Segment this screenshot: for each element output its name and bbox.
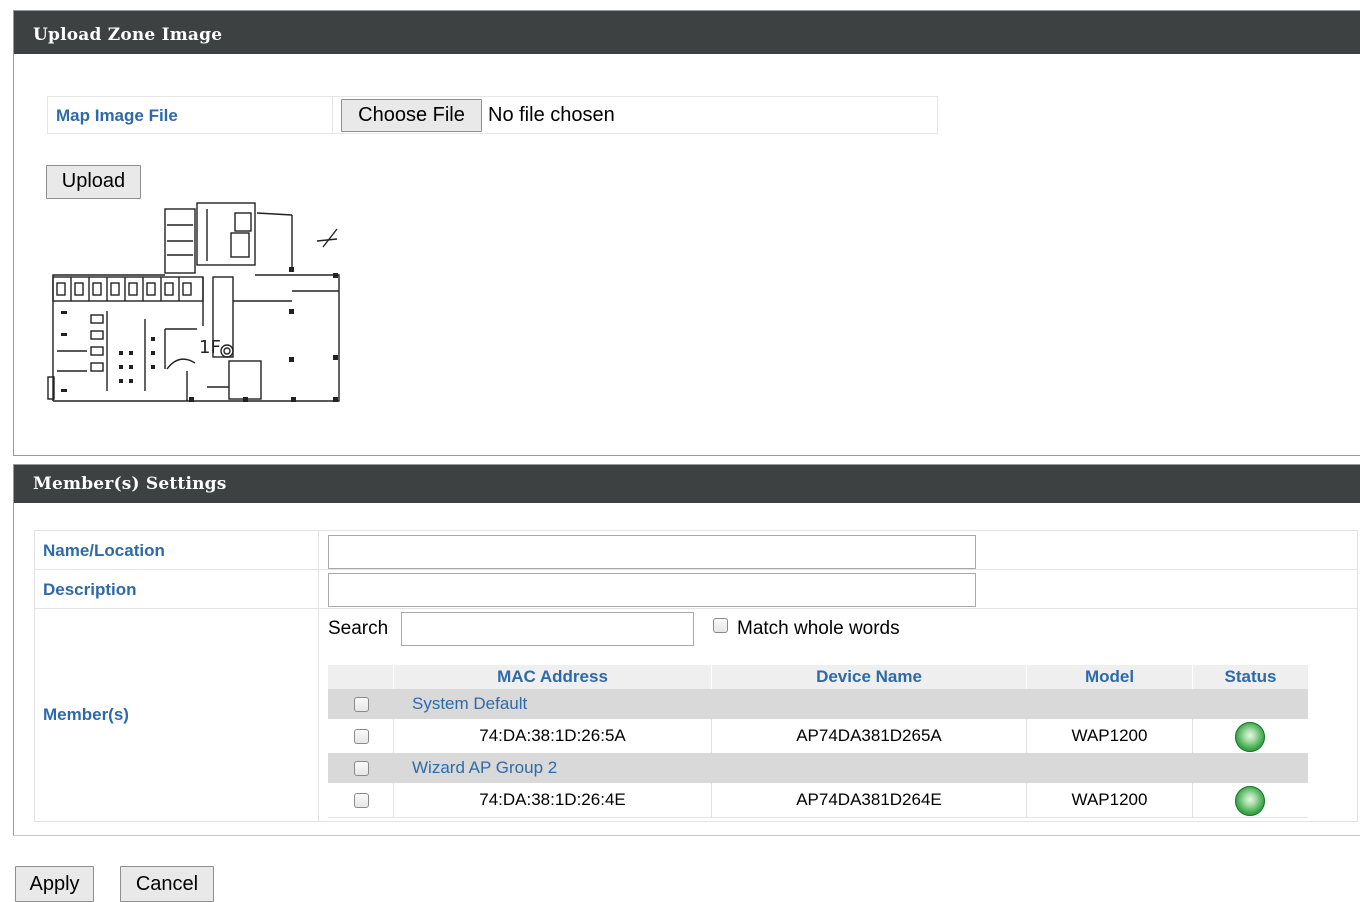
description-label: Description — [43, 580, 137, 599]
name-location-label: Name/Location — [43, 541, 165, 560]
row-divider — [35, 608, 1357, 609]
floor-plan-image: 1F — [47, 202, 340, 402]
device-checkbox[interactable] — [354, 793, 369, 808]
group-row[interactable]: System Default — [328, 689, 1308, 719]
match-whole-words-label: Match whole words — [737, 618, 900, 639]
device-mac: 74:DA:38:1D:26:4E — [394, 783, 712, 817]
member-list-header-row: MAC Address Device Name Model Status — [328, 665, 1308, 689]
group-row[interactable]: Wizard AP Group 2 — [328, 753, 1308, 783]
members-settings-panel: Member(s) Settings Name/Location Descrip… — [13, 464, 1360, 836]
group-name[interactable]: Wizard AP Group 2 — [412, 758, 557, 778]
device-checkbox[interactable] — [354, 729, 369, 744]
search-label: Search — [328, 618, 389, 639]
group-name[interactable]: System Default — [412, 694, 527, 714]
status-column-header: Status — [1224, 667, 1277, 686]
device-status-cell — [1193, 783, 1308, 817]
apply-button[interactable]: Apply — [15, 866, 94, 902]
search-input[interactable] — [401, 612, 694, 646]
device-model: WAP1200 — [1027, 783, 1193, 817]
device-row: 74:DA:38:1D:26:4E AP74DA381D264E WAP1200 — [328, 783, 1308, 818]
group-checkbox[interactable] — [354, 697, 369, 712]
members-settings-header: Member(s) Settings — [14, 465, 1360, 503]
device-name: AP74DA381D265A — [712, 719, 1027, 753]
name-location-input[interactable] — [328, 535, 976, 569]
match-whole-words-checkbox[interactable] — [713, 618, 728, 633]
cancel-button[interactable]: Cancel — [120, 866, 214, 902]
upload-zone-image-panel: Upload Zone Image Map Image File Choose … — [13, 10, 1360, 456]
device-mac: 74:DA:38:1D:26:5A — [394, 719, 712, 753]
mac-address-column-header: MAC Address — [394, 665, 712, 689]
device-checkbox-cell — [328, 783, 394, 817]
upload-button[interactable]: Upload — [46, 165, 141, 199]
checkbox-column-header — [328, 665, 394, 689]
device-status-cell — [1193, 719, 1308, 753]
device-row: 74:DA:38:1D:26:5A AP74DA381D265A WAP1200 — [328, 719, 1308, 754]
device-name-column-header: Device Name — [712, 665, 1027, 689]
choose-file-button[interactable]: Choose File — [341, 99, 482, 132]
description-input[interactable] — [328, 573, 976, 607]
floor-plan-label: 1F — [199, 337, 221, 358]
map-image-file-row: Map Image File Choose File No file chose… — [47, 96, 938, 134]
device-model: WAP1200 — [1027, 719, 1193, 753]
no-file-chosen-text: No file chosen — [488, 104, 615, 126]
map-image-file-label-cell: Map Image File — [48, 97, 333, 133]
map-image-file-label: Map Image File — [56, 106, 178, 125]
status-online-icon — [1235, 786, 1265, 816]
device-name: AP74DA381D264E — [712, 783, 1027, 817]
device-checkbox-cell — [328, 719, 394, 753]
group-checkbox[interactable] — [354, 761, 369, 776]
row-divider — [35, 569, 1357, 570]
model-column-header: Model — [1027, 665, 1193, 689]
members-label: Member(s) — [43, 705, 129, 724]
upload-zone-image-header: Upload Zone Image — [14, 11, 1360, 54]
status-online-icon — [1235, 722, 1265, 752]
label-column-divider — [318, 531, 319, 821]
members-settings-table: Name/Location Description Member(s) Sear… — [34, 530, 1358, 822]
